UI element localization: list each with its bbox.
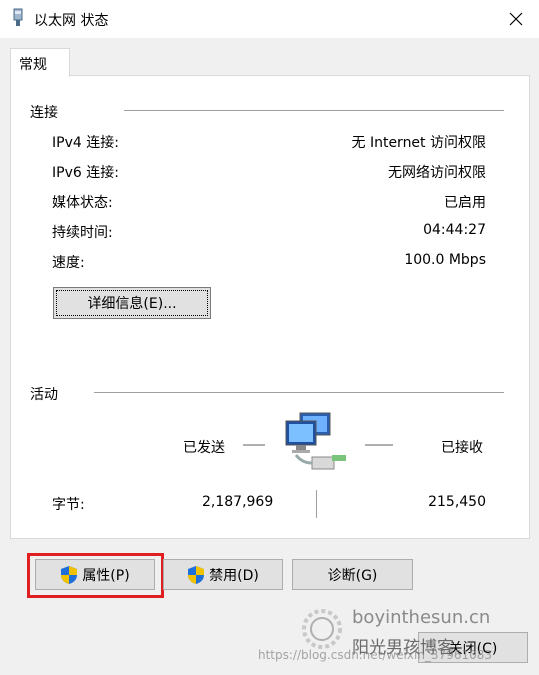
window-title: 以太网 状态 — [34, 13, 109, 29]
network-computers-icon — [285, 412, 346, 470]
ethernet-icon — [13, 8, 23, 26]
received-label: 已接收 — [441, 440, 483, 456]
bytes-sent-value: 2,187,969 — [202, 494, 274, 510]
disable-button-label: 禁用(D) — [209, 567, 259, 584]
speed-label: 速度: — [52, 255, 85, 271]
connection-group-line — [124, 110, 504, 111]
speed-value: 100.0 Mbps — [404, 252, 486, 268]
uac-shield-icon — [188, 565, 205, 584]
activity-divider — [316, 490, 317, 518]
highlight-box — [27, 553, 164, 598]
ipv4-value: 无 Internet 访问权限 — [351, 135, 487, 151]
details-button-label: 详细信息(E)... — [87, 296, 177, 312]
diagnose-button-label: 诊断(G) — [327, 567, 378, 584]
ipv6-label: IPv6 连接: — [52, 165, 119, 181]
tab-general[interactable]: 常规 — [10, 48, 70, 77]
disable-button[interactable]: 禁用(D) — [163, 559, 283, 590]
ipv6-value: 无网络访问权限 — [388, 165, 486, 181]
sent-label: 已发送 — [183, 440, 225, 456]
tab-general-label: 常规 — [19, 57, 47, 73]
diagnose-button[interactable]: 诊断(G) — [292, 559, 413, 590]
close-icon — [509, 12, 523, 26]
details-button[interactable]: 详细信息(E)... — [53, 287, 211, 319]
received-dash — [365, 444, 393, 446]
bytes-label: 字节: — [52, 497, 85, 513]
sent-dash — [243, 444, 265, 446]
bytes-received-value: 215,450 — [428, 494, 486, 510]
activity-group-label: 活动 — [30, 387, 58, 403]
media-state-value: 已启用 — [444, 195, 486, 211]
duration-value: 04:44:27 — [423, 222, 486, 238]
ipv4-label: IPv4 连接: — [52, 135, 119, 151]
activity-group-line — [94, 392, 504, 393]
media-state-label: 媒体状态: — [52, 195, 113, 211]
close-window-button[interactable] — [493, 0, 539, 38]
watermark-site: boyinthesun.cn — [352, 607, 491, 628]
duration-label: 持续时间: — [52, 225, 113, 241]
title-bar: 以太网 状态 — [0, 0, 539, 38]
watermark-url: https://blog.csdn.net/weixin_37961083 — [258, 648, 493, 662]
connection-group-label: 连接 — [30, 105, 58, 121]
